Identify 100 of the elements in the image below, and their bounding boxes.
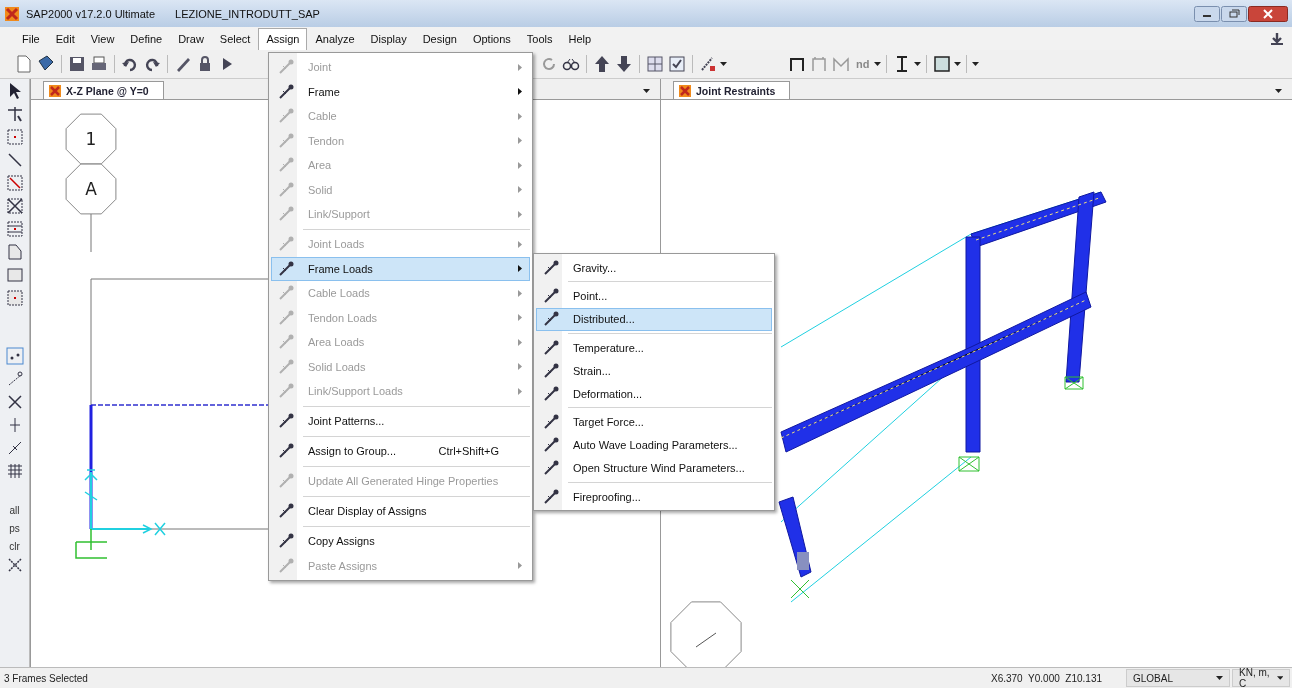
- menu-bar-item[interactable]: Help: [560, 27, 600, 50]
- menu-item[interactable]: Deformation...: [536, 382, 772, 405]
- submenu-arrow-icon: [518, 265, 522, 273]
- member-icon: [277, 308, 295, 327]
- submenu-arrow-icon: [518, 338, 522, 346]
- dropdown-arrow-icon: [1216, 676, 1223, 680]
- load-icon: [542, 384, 560, 403]
- window-title: SAP2000 v17.2.0 Ultimate: [26, 7, 156, 20]
- view-tab[interactable]: X-Z Plane @ Y=0: [43, 81, 164, 99]
- load-icon: [542, 361, 560, 380]
- menu-item[interactable]: Clear Display of Assigns: [271, 499, 530, 524]
- grid-bubble: 1: [65, 113, 117, 165]
- load-icon: [542, 258, 560, 277]
- menu-bar-item[interactable]: Options: [464, 27, 519, 50]
- document-name: LEZIONE_INTRODUTT_SAP: [175, 7, 320, 20]
- menu-bar-item[interactable]: Analyze: [307, 27, 363, 50]
- menu-item[interactable]: Auto Wave Loading Parameters...: [536, 433, 772, 457]
- menu-item[interactable]: Frame Loads: [271, 256, 530, 281]
- up-arrow-icon[interactable]: [592, 54, 612, 74]
- menu-bar-item[interactable]: Tools: [518, 27, 561, 50]
- menu-item[interactable]: Target Force...: [536, 410, 772, 434]
- select-button[interactable]: ps: [9, 523, 20, 534]
- select-button[interactable]: all: [9, 505, 20, 516]
- member-icon: [277, 556, 295, 575]
- member-icon: [277, 357, 295, 376]
- frame-box-icon[interactable]: [4, 173, 25, 193]
- menu-item[interactable]: Fireproofing...: [536, 485, 772, 508]
- down-arrow-icon[interactable]: [614, 54, 634, 74]
- menu-bar-item[interactable]: Edit: [47, 27, 83, 50]
- submenu-arrow-icon: [518, 63, 522, 71]
- submenu-arrow-icon: [518, 314, 522, 322]
- area-icon[interactable]: [4, 288, 25, 308]
- shaded-box-icon[interactable]: [932, 54, 953, 74]
- menu-bar-item[interactable]: Design: [414, 27, 465, 50]
- menu-bar-item[interactable]: Draw: [170, 27, 212, 50]
- units-dropdown[interactable]: KN, m, C: [1232, 669, 1290, 687]
- menu-item[interactable]: Strain...: [536, 359, 772, 382]
- menu-item[interactable]: Distributed...: [536, 307, 772, 331]
- rectangle-icon[interactable]: [4, 265, 25, 285]
- dropdown-arrow-icon[interactable]: [643, 89, 650, 93]
- brace-icon[interactable]: [4, 196, 25, 216]
- view-logo-icon: [48, 83, 62, 98]
- checkbox-icon[interactable]: [667, 54, 687, 74]
- dropdown-arrow-icon[interactable]: [972, 62, 980, 66]
- member-icon: [277, 259, 295, 278]
- menu-bar-item[interactable]: Define: [122, 27, 171, 50]
- dropdown-arrow-icon[interactable]: [954, 62, 962, 66]
- dropdown-arrow-icon[interactable]: [874, 62, 882, 66]
- load-icon: [542, 338, 560, 357]
- menu-bar-item[interactable]: Display: [362, 27, 415, 50]
- member-icon: [277, 131, 295, 150]
- minimize-button[interactable]: [1194, 5, 1220, 22]
- menu-item[interactable]: Frame: [271, 79, 530, 104]
- member-icon: [277, 180, 295, 199]
- status-message: 3 Frames Selected: [3, 672, 89, 684]
- load-icon: [542, 310, 560, 328]
- member-icon: [277, 82, 295, 101]
- load-icon: [542, 436, 560, 454]
- submenu-arrow-icon: [518, 363, 522, 371]
- load-icon: [542, 287, 560, 305]
- coordinate-system-dropdown[interactable]: GLOBAL: [1126, 669, 1230, 687]
- dropdown-arrow-icon: [1276, 676, 1283, 680]
- submenu-arrow-icon: [518, 137, 522, 145]
- menu-bar-item[interactable]: View: [82, 27, 123, 50]
- submenu-arrow-icon: [518, 210, 522, 218]
- load-icon: [542, 459, 560, 477]
- menu-item[interactable]: Open Structure Wind Parameters...: [536, 456, 772, 480]
- save-icon[interactable]: [67, 54, 87, 74]
- menu-bar-item[interactable]: Assign: [258, 27, 308, 52]
- dropdown-arrow-icon[interactable]: [914, 62, 922, 66]
- grid-icon[interactable]: [645, 54, 665, 74]
- menu-bar-item[interactable]: Select: [211, 27, 259, 50]
- menu-item[interactable]: Temperature...: [536, 336, 772, 359]
- menu-item[interactable]: Point...: [536, 284, 772, 308]
- menu-item[interactable]: Gravity...: [536, 256, 772, 279]
- menu-item[interactable]: Assign to Group... Ctrl+Shift+G: [271, 439, 530, 464]
- submenu-arrow-icon: [518, 161, 522, 169]
- submenu-arrow-icon: [518, 112, 522, 120]
- close-button[interactable]: [1248, 5, 1288, 22]
- menu-item[interactable]: Joint Patterns...: [271, 409, 530, 434]
- view-tab[interactable]: Joint Restraints: [673, 81, 791, 99]
- load-icon: [542, 413, 560, 431]
- dropdown-arrow-icon[interactable]: [720, 62, 727, 66]
- load-icon: [542, 487, 560, 506]
- select-button[interactable]: clr: [9, 541, 20, 552]
- menu-item[interactable]: Copy Assigns: [271, 529, 530, 554]
- app-logo-icon: [4, 5, 20, 22]
- submenu-arrow-icon: [518, 186, 522, 194]
- dropdown-arrow-icon[interactable]: [1275, 89, 1282, 93]
- view-logo-icon: [678, 83, 692, 98]
- download-icon[interactable]: [1270, 31, 1284, 46]
- submenu-arrow-icon: [518, 289, 522, 297]
- grid-bubble: A: [65, 163, 117, 215]
- submenu-arrow-icon: [518, 240, 522, 248]
- submenu-arrow-icon: [518, 88, 522, 96]
- submenu-arrow-icon: [518, 562, 522, 570]
- coordinate-readout: X6.370 Y0.000 Z10.131: [991, 672, 1102, 684]
- menu-bar-item[interactable]: File: [14, 27, 48, 50]
- submenu-arrow-icon: [518, 387, 522, 395]
- grid-frame-icon[interactable]: [4, 219, 25, 239]
